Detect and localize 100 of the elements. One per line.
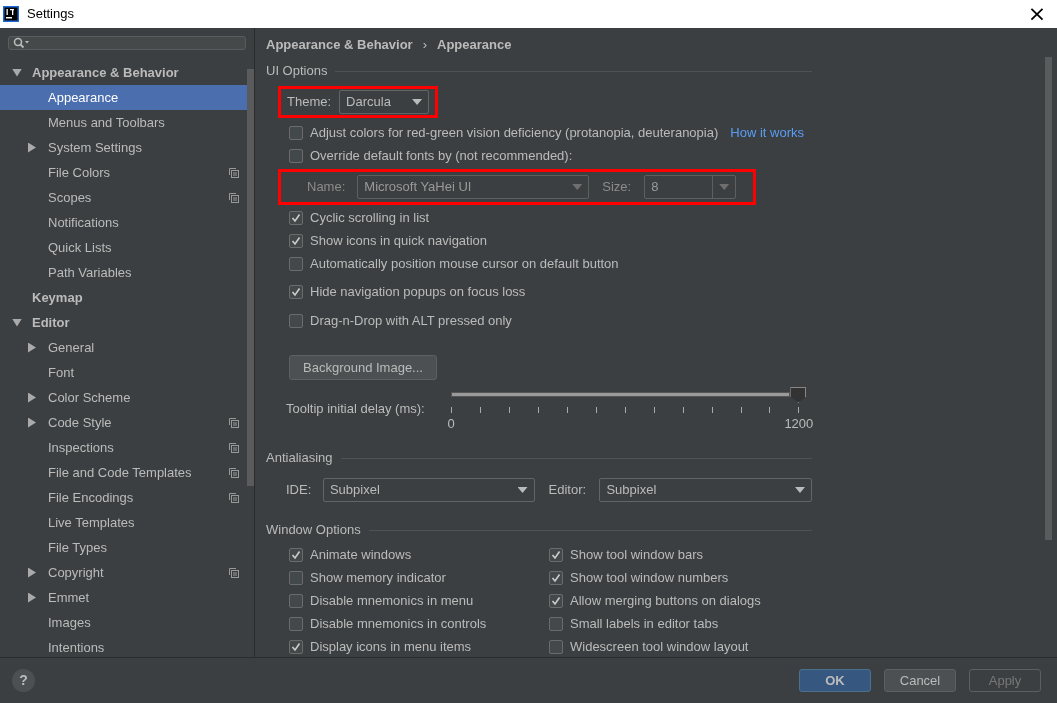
tree-item[interactable]: Notifications [0,210,247,235]
checkbox-label[interactable]: Allow merging buttons on dialogs [570,590,761,611]
name-label: Name: [307,178,346,197]
close-button[interactable]: × [1017,0,1057,28]
checkbox-label[interactable]: Display icons in menu items [310,636,472,657]
checkbox[interactable] [289,639,303,654]
tree-item[interactable]: Copyright [0,560,247,585]
checkmark-icon [551,572,561,583]
tree-item[interactable]: Editor [0,310,247,335]
tree-item[interactable]: Live Templates [0,510,247,535]
checkbox[interactable] [549,593,563,608]
checkbox[interactable] [289,256,303,271]
checkbox[interactable] [549,547,563,562]
tree-item[interactable]: General [0,335,247,360]
search-icon [13,37,31,49]
tree-item[interactable]: Quick Lists [0,235,247,260]
tree-item[interactable]: Images [0,610,247,635]
checkbox[interactable] [289,125,303,140]
breadcrumb-item: Appearance [437,35,512,54]
help-button[interactable]: ? [12,669,35,692]
cancel-button[interactable]: Cancel [884,669,956,692]
tree-item[interactable]: Color Scheme [0,385,247,410]
checkbox[interactable] [549,570,563,585]
checkbox[interactable] [289,547,303,562]
tree-item[interactable]: Menus and Toolbars [0,110,247,135]
checkbox-label[interactable]: Show memory indicator [310,567,446,588]
editor-dropdown[interactable]: Subpixel [599,478,812,502]
checkbox[interactable] [289,284,303,299]
ok-button[interactable]: OK [799,669,871,692]
checkbox[interactable] [549,639,563,654]
size-label: Size: [602,178,632,197]
tree-item[interactable]: File Types [0,535,247,560]
tree-item[interactable]: Scopes [0,185,247,210]
tree-item[interactable]: File Encodings [0,485,247,510]
checkbox[interactable] [549,616,563,631]
checkbox[interactable] [289,570,303,585]
copy-icon [229,468,239,478]
tree-item[interactable]: Code Style [0,410,247,435]
checkbox-label[interactable]: Adjust colors for red-green vision deficiency (protanopia, deuteranopia) [310,122,719,143]
theme-label: Theme: [287,93,332,112]
checkmark-icon [551,595,561,606]
checkbox-label[interactable]: Cyclic scrolling in list [310,207,430,228]
copy-icon [229,493,239,503]
window-title: Settings [27,5,74,24]
checkbox[interactable] [289,593,303,608]
checkbox-label[interactable]: Automatically position mouse cursor on default button [310,253,619,274]
ide-label: IDE: [286,481,313,500]
slider-track[interactable] [451,392,791,397]
breadcrumb-item[interactable]: Appearance & Behavior [266,34,413,55]
slider-label: Tooltip initial delay (ms): [286,400,426,418]
section-title: Window Options [266,521,361,540]
checkbox-label[interactable]: Disable mnemonics in menu [310,590,474,611]
tree-item[interactable]: Appearance [0,85,247,110]
checkbox-label[interactable]: Hide navigation popups on focus loss [310,281,526,302]
copy-icon [229,193,239,203]
checkmark-icon [551,549,561,560]
tree-item[interactable]: Intentions [0,635,247,657]
checkbox[interactable] [289,210,303,225]
checkmark-icon [291,549,301,560]
tree-item[interactable]: Emmet [0,585,247,610]
tick-label: 0 [447,415,455,433]
section-title: Antialiasing [266,449,333,468]
tree-item[interactable]: Appearance & Behavior [0,60,247,85]
checkbox-label[interactable]: Override default fonts by (not recommended): [310,145,573,166]
checkbox[interactable] [289,148,303,163]
checkbox-label[interactable]: Show tool window bars [570,544,703,565]
checkbox-label[interactable]: Widescreen tool window layout [570,636,749,657]
section-title: UI Options [266,62,328,81]
tree-item[interactable]: File Colors [0,160,247,185]
checkmark-icon [291,212,301,223]
tree-item[interactable]: Path Variables [0,260,247,285]
breadcrumb-separator: › [422,35,427,54]
app-logo-icon [3,6,19,22]
copy-icon [229,443,239,453]
checkbox[interactable] [289,313,303,328]
how-it-works-link[interactable]: How it works [730,122,804,143]
checkbox[interactable] [289,616,303,631]
checkbox-label[interactable]: Show icons in quick navigation [310,230,488,251]
background-image-button[interactable]: Background Image... [289,355,437,380]
tree-item[interactable]: System Settings [0,135,247,160]
checkbox-label[interactable]: Small labels in editor tabs [570,613,719,634]
scrollbar[interactable] [247,69,254,486]
tree-item[interactable]: Font [0,360,247,385]
checkbox[interactable] [289,233,303,248]
scrollbar[interactable] [1045,57,1052,540]
copy-icon [229,168,239,178]
ide-dropdown[interactable]: Subpixel [322,478,535,502]
checkbox-label[interactable]: Animate windows [310,544,412,565]
tree-item[interactable]: Keymap [0,285,247,310]
checkbox-label[interactable]: Drag-n-Drop with ALT pressed only [310,310,512,331]
search-field[interactable] [8,36,246,50]
copy-icon [229,418,239,428]
tree-item[interactable]: Inspections [0,435,247,460]
checkbox-label[interactable]: Disable mnemonics in controls [310,613,487,634]
tree-item[interactable]: File and Code Templates [0,460,247,485]
theme-dropdown[interactable]: Darcula [339,90,430,114]
checkmark-icon [291,641,301,652]
slider-thumb[interactable] [790,387,807,403]
tick-label: 1200 [784,415,814,433]
checkbox-label[interactable]: Show tool window numbers [570,567,729,588]
